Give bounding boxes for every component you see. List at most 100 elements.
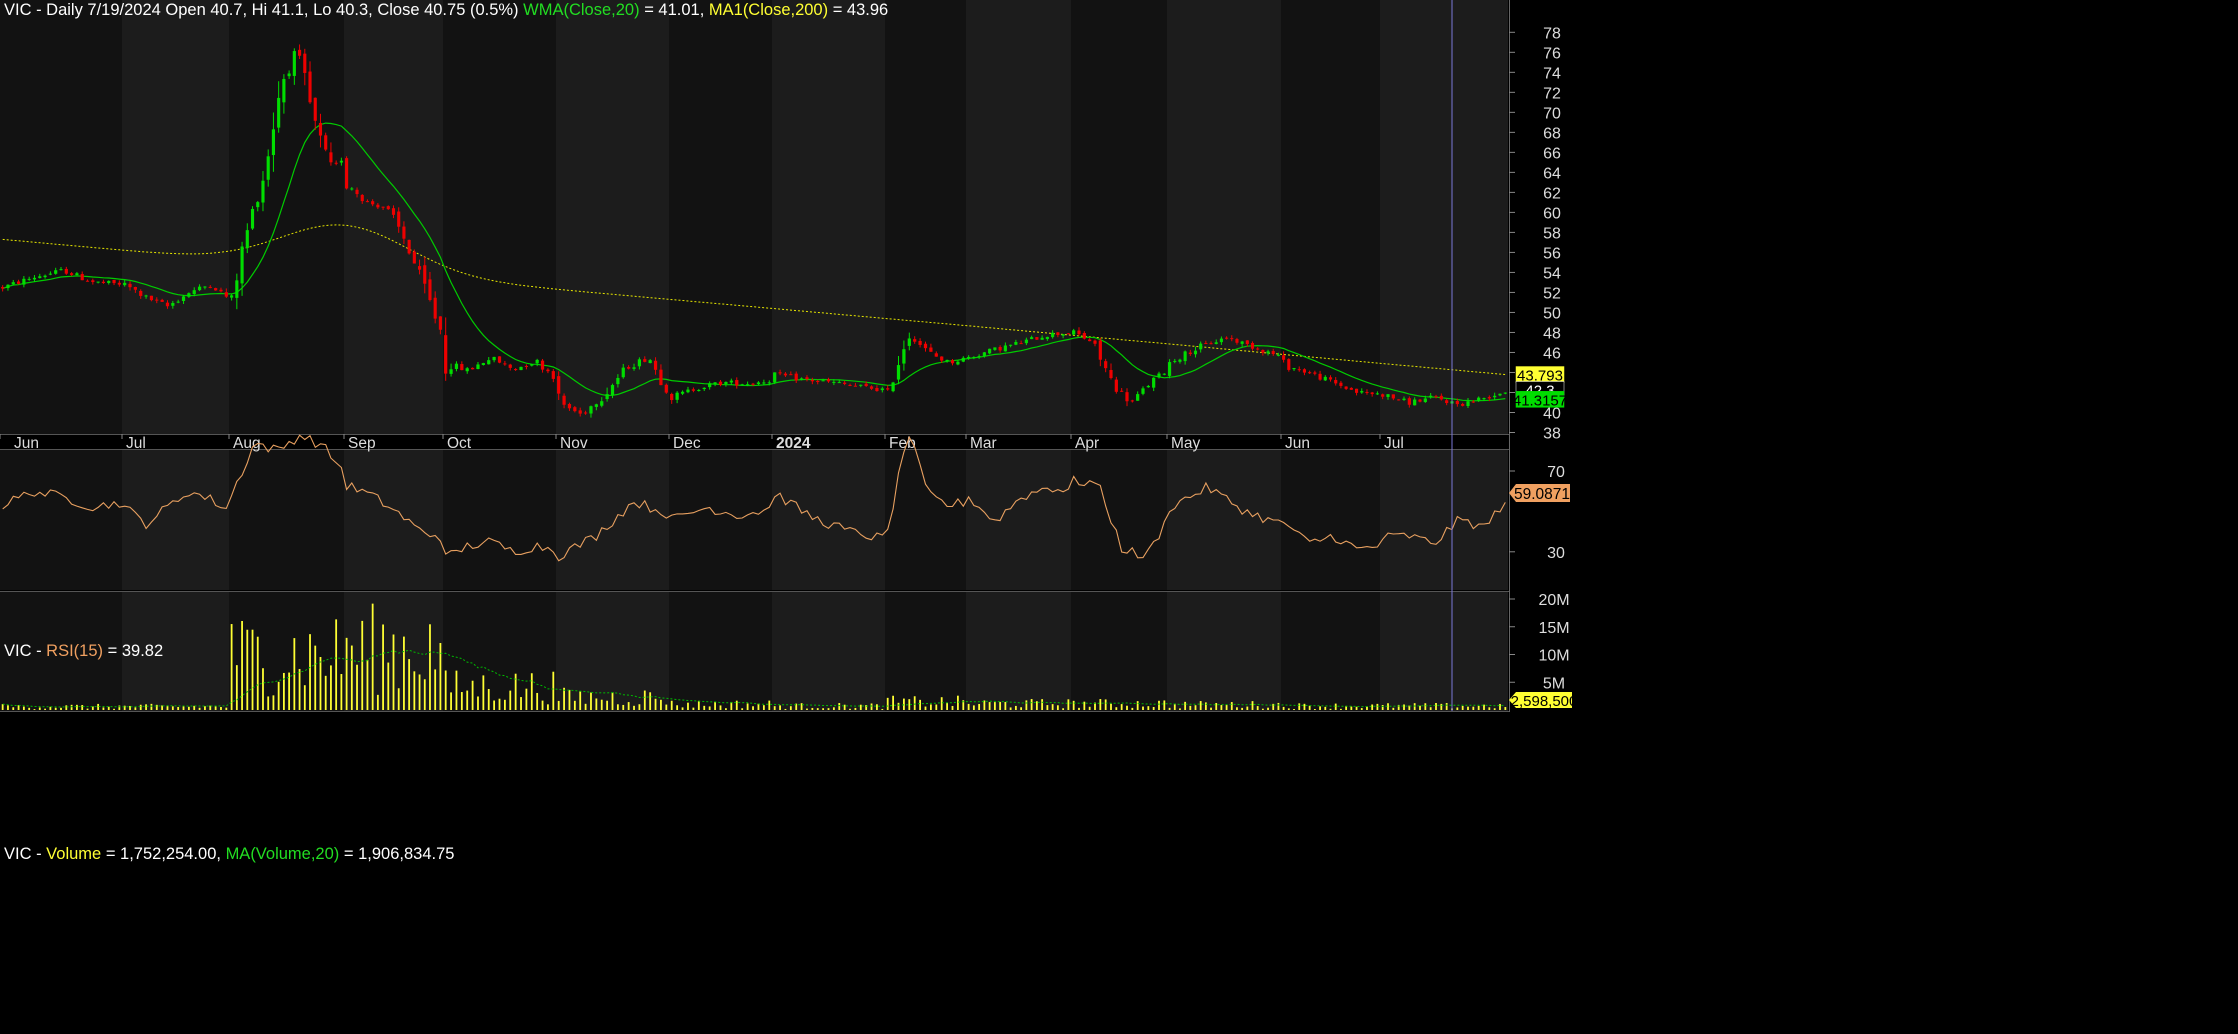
volume-bar <box>541 700 544 710</box>
volume-bar <box>1136 701 1139 710</box>
ma200-legend-label: MA1(Close,200) <box>708 1 829 19</box>
month-band <box>669 0 772 434</box>
candle-body <box>503 363 507 365</box>
volume-bar <box>725 708 727 710</box>
candle-body <box>1109 370 1113 379</box>
volume-bar <box>935 704 938 710</box>
volume-bar <box>392 634 395 710</box>
volume-bar <box>1251 701 1254 710</box>
candle-body <box>371 201 375 205</box>
candle-body <box>1349 387 1353 390</box>
candle-body <box>1339 382 1343 386</box>
candle-body <box>907 338 911 346</box>
month-band <box>1380 592 1508 711</box>
volume-bar <box>1230 702 1233 710</box>
candle-body <box>245 230 249 249</box>
candle-body <box>762 382 766 384</box>
volume-bar <box>660 699 662 710</box>
volume-bar <box>1429 707 1432 710</box>
volume-bar <box>822 708 825 710</box>
volume-bar <box>654 698 657 710</box>
volume-bar <box>1256 706 1259 710</box>
candle-body <box>438 316 442 330</box>
volume-bar <box>536 692 539 710</box>
volume-bar <box>892 695 894 710</box>
volume-bar <box>1261 708 1264 710</box>
candle-body <box>1019 343 1023 345</box>
volume-bar <box>319 657 322 710</box>
candle-body <box>843 382 847 384</box>
volume-bar <box>1504 707 1507 710</box>
volume-bar <box>1287 708 1290 710</box>
candle-body <box>492 356 496 361</box>
candle-body <box>1313 372 1317 374</box>
candle-body <box>1250 342 1255 349</box>
candle-body <box>686 389 690 393</box>
volume-bar <box>1366 706 1368 710</box>
volume-bar <box>371 603 374 710</box>
volume-bar <box>1435 702 1437 710</box>
date-tick-label: Dec <box>673 435 701 452</box>
volume-bar <box>1204 702 1207 710</box>
volume-bar <box>999 701 1002 710</box>
price-tick-label: 72 <box>1543 85 1561 102</box>
volume-bar <box>568 689 571 710</box>
volume-bar <box>784 708 787 710</box>
month-band <box>1071 0 1167 434</box>
candle-body <box>1045 336 1049 340</box>
volume-bar <box>403 636 405 710</box>
candle-body <box>318 122 323 136</box>
volume-bar <box>1293 709 1295 710</box>
volume-bar <box>450 692 452 710</box>
stock-chart[interactable]: 3840424446485052545658606264666870727476… <box>0 0 2238 1034</box>
rsi-header-prefix: VIC - <box>4 642 47 660</box>
volume-bar <box>827 708 830 710</box>
candle-body <box>902 349 906 364</box>
candle-body <box>1334 379 1338 384</box>
volume-bar <box>1308 705 1311 710</box>
month-band <box>669 450 772 590</box>
month-band <box>443 592 556 711</box>
candle-body <box>691 389 696 391</box>
volume-bar <box>579 691 582 710</box>
candle-body <box>1003 345 1007 352</box>
candle-body <box>192 290 196 295</box>
candle-body <box>567 403 572 409</box>
volume-bar <box>714 701 716 710</box>
candle-body <box>1402 398 1406 400</box>
candle-body <box>540 360 545 370</box>
volume-bar <box>81 705 84 710</box>
candle-body <box>59 269 63 271</box>
volume-bar <box>681 707 684 710</box>
volume-bar <box>789 706 792 710</box>
volume-bar <box>1298 703 1301 710</box>
candle-body <box>423 265 427 284</box>
candle-body <box>1407 398 1411 405</box>
volume-bar <box>220 707 222 710</box>
volume-bar <box>951 705 954 710</box>
volume-bar <box>1088 706 1091 710</box>
candle-body <box>1370 392 1374 395</box>
candle-body <box>1120 390 1124 392</box>
candle-body <box>594 404 598 407</box>
candle-body <box>470 367 475 370</box>
candle-body <box>659 369 663 386</box>
volume-bar <box>204 706 206 710</box>
volume-bar <box>924 706 927 710</box>
candle-body <box>853 385 858 387</box>
candle-body <box>1035 337 1039 340</box>
candle-body <box>407 239 411 254</box>
candle-body <box>1445 400 1449 404</box>
candle-body <box>208 286 212 288</box>
volume-bar <box>330 665 332 710</box>
candle-body <box>350 188 354 190</box>
candle-body <box>1386 394 1390 397</box>
candle-body <box>171 303 175 306</box>
price-tick-label: 76 <box>1543 45 1561 62</box>
volume-bar <box>811 707 814 710</box>
volume-bar <box>350 645 353 710</box>
volume-bar <box>1413 703 1416 710</box>
candle-body <box>718 381 723 385</box>
volume-bar <box>12 707 15 710</box>
candle-body <box>756 382 761 385</box>
